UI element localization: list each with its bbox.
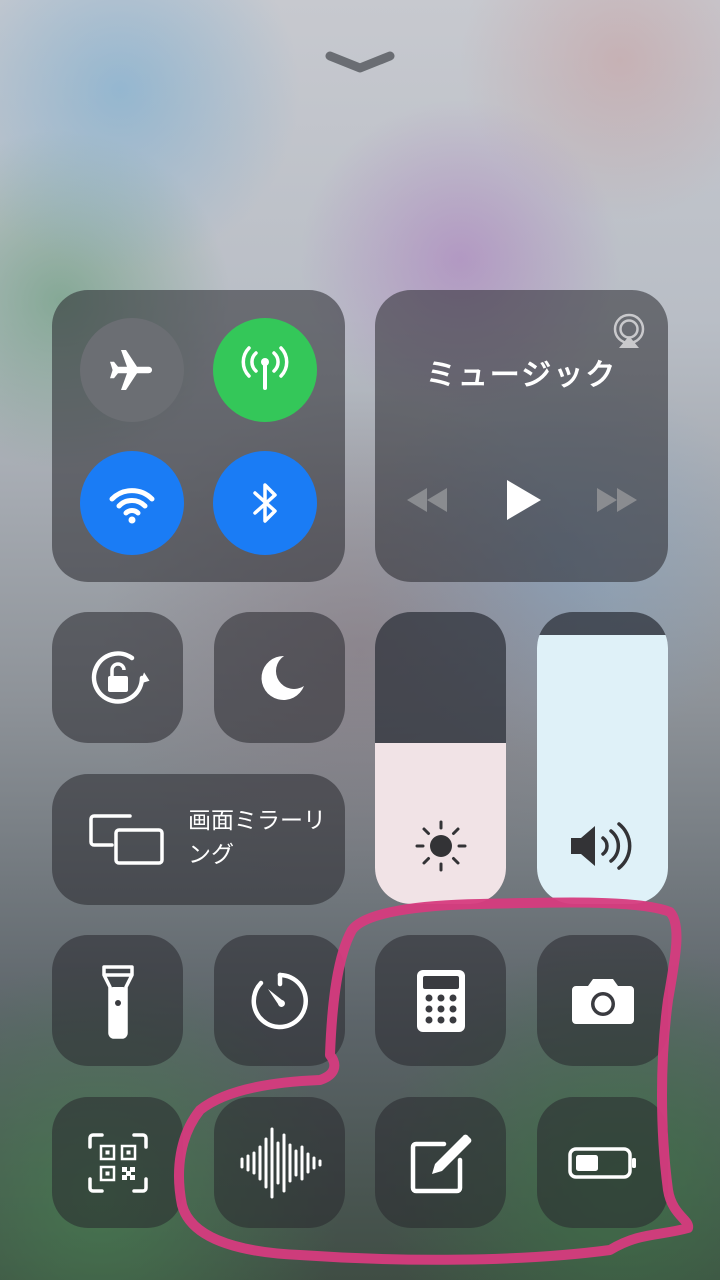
fast-forward-button[interactable]: [593, 480, 641, 520]
rewind-icon: [407, 488, 447, 512]
battery-icon: [567, 1146, 636, 1179]
airplay-icon: [613, 313, 645, 348]
moon-icon: [261, 655, 304, 700]
wifi-button[interactable]: [80, 451, 184, 555]
brightness-slider[interactable]: [375, 612, 506, 904]
volume-slider[interactable]: [537, 612, 668, 904]
orientation-lock-button[interactable]: [52, 612, 183, 743]
cellular-antenna-icon: [241, 346, 289, 390]
screen-mirroring-button[interactable]: 画面ミラーリング: [52, 774, 345, 905]
qr-scanner-button[interactable]: [52, 1097, 183, 1228]
calculator-icon: [416, 969, 465, 1032]
camera-button[interactable]: [537, 935, 668, 1066]
play-icon: [507, 480, 541, 520]
notes-button[interactable]: [375, 1097, 506, 1228]
chevron-down-icon: [325, 51, 395, 73]
do-not-disturb-button[interactable]: [214, 612, 345, 743]
note-edit-icon: [410, 1134, 471, 1193]
flashlight-button[interactable]: [52, 935, 183, 1066]
play-button[interactable]: [501, 476, 545, 524]
connectivity-tile: [52, 290, 345, 582]
screen-mirroring-label: 画面ミラーリング: [188, 808, 326, 868]
voice-memos-button[interactable]: [214, 1097, 345, 1228]
rewind-button[interactable]: [403, 480, 451, 520]
flashlight-icon: [101, 964, 134, 1039]
dismiss-handle[interactable]: [320, 44, 400, 80]
music-tile[interactable]: ミュージック: [375, 290, 668, 582]
airplane-mode-button[interactable]: [80, 318, 184, 422]
orientation-lock-icon: [91, 650, 150, 704]
speaker-icon: [570, 822, 631, 870]
airplay-button[interactable]: [610, 312, 648, 350]
screen-mirroring-icon: [89, 814, 164, 865]
sun-icon: [415, 820, 466, 872]
waveform-icon: [240, 1127, 321, 1198]
calculator-button[interactable]: [375, 935, 506, 1066]
bluetooth-icon: [253, 483, 277, 523]
qr-code-icon: [87, 1132, 148, 1193]
cellular-data-button[interactable]: [213, 318, 317, 422]
airplane-icon: [110, 350, 152, 390]
music-title: ミュージック: [425, 358, 618, 393]
timer-button[interactable]: [214, 935, 345, 1066]
timer-icon: [251, 972, 308, 1029]
low-power-mode-button[interactable]: [537, 1097, 668, 1228]
camera-icon: [571, 978, 634, 1024]
bluetooth-button[interactable]: [213, 451, 317, 555]
fast-forward-icon: [597, 488, 637, 512]
wifi-icon: [109, 488, 155, 524]
